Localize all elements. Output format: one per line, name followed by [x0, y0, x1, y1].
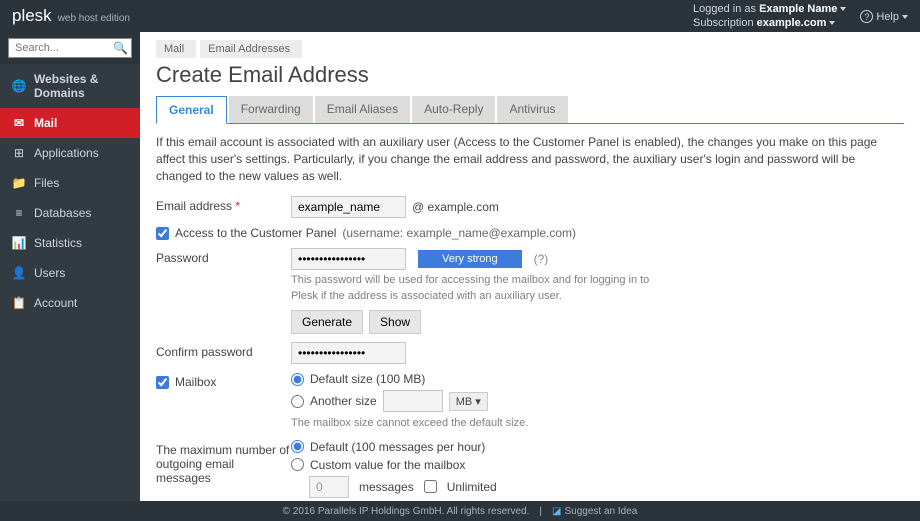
intro-text: If this email account is associated with…: [156, 134, 904, 184]
page-title: Create Email Address: [156, 62, 904, 88]
stats-icon: 📊: [12, 236, 26, 250]
generate-password-button[interactable]: Generate: [291, 310, 363, 334]
subscription-value: example.com: [757, 17, 827, 29]
user-icon: 👤: [12, 266, 26, 280]
sidebar-item-websites[interactable]: 🌐 Websites & Domains: [0, 64, 140, 108]
outgoing-custom-label: Custom value for the mailbox: [310, 458, 465, 472]
sidebar-item-account[interactable]: 📋 Account: [0, 288, 140, 318]
sidebar-item-label: Account: [34, 296, 77, 310]
search-box: 🔍: [8, 38, 132, 58]
confirm-password-label: Confirm password: [156, 342, 291, 359]
access-panel-checkbox[interactable]: [156, 227, 169, 240]
sidebar-item-label: Files: [34, 176, 59, 190]
outgoing-unlimited-label: Unlimited: [447, 480, 497, 494]
breadcrumb-item[interactable]: Mail: [156, 40, 196, 58]
database-icon: ≡: [12, 206, 26, 220]
help-icon: ?: [860, 10, 873, 23]
breadcrumb: Mail Email Addresses: [156, 40, 904, 58]
mailbox-checkbox[interactable]: [156, 376, 169, 389]
access-panel-label: Access to the Customer Panel: [175, 226, 336, 240]
tab-bar: General Forwarding Email Aliases Auto-Re…: [156, 96, 904, 124]
globe-icon: 🌐: [12, 79, 26, 93]
tab-forwarding[interactable]: Forwarding: [229, 96, 313, 123]
sidebar: 🔍 🌐 Websites & Domains ✉ Mail ⊞ Application…: [0, 32, 140, 501]
email-localpart-input[interactable]: [291, 196, 406, 218]
password-label: Password: [156, 248, 291, 265]
caret-icon: [902, 15, 908, 19]
login-info[interactable]: Logged in as Example Name Subscription e…: [693, 2, 846, 30]
subscription-label: Subscription: [693, 17, 754, 29]
mailbox-size-another-label: Another size: [310, 394, 377, 408]
sidebar-item-files[interactable]: 📁 Files: [0, 168, 140, 198]
brand-edition: web host edition: [58, 13, 130, 24]
outgoing-unlimited-checkbox[interactable]: [424, 480, 437, 493]
suggest-idea-label: Suggest an Idea: [564, 506, 637, 517]
sidebar-item-applications[interactable]: ⊞ Applications: [0, 138, 140, 168]
breadcrumb-item[interactable]: Email Addresses: [200, 40, 302, 58]
footer-copyright: © 2016 Parallels IP Holdings GmbH. All r…: [283, 506, 530, 517]
sidebar-item-users[interactable]: 👤 Users: [0, 258, 140, 288]
mailbox-size-default-label: Default size (100 MB): [310, 372, 425, 386]
access-panel-username-note: (username: example_name@example.com): [342, 226, 576, 240]
password-input[interactable]: [291, 248, 406, 270]
footer: © 2016 Parallels IP Holdings GmbH. All r…: [0, 501, 920, 521]
email-domain-text: @ example.com: [412, 200, 499, 214]
sidebar-item-label: Databases: [34, 206, 91, 220]
outgoing-custom-value-input[interactable]: [309, 476, 349, 498]
logged-in-label: Logged in as: [693, 3, 756, 15]
caret-icon: [840, 7, 846, 11]
brand-logo: plesk web host edition: [12, 6, 130, 26]
sidebar-item-label: Users: [34, 266, 65, 280]
mailbox-size-hint: The mailbox size cannot exceed the defau…: [291, 416, 904, 431]
caret-icon: [829, 21, 835, 25]
brand-name: plesk: [12, 6, 52, 26]
sidebar-item-statistics[interactable]: 📊 Statistics: [0, 228, 140, 258]
help-label: Help: [876, 11, 899, 23]
show-password-button[interactable]: Show: [369, 310, 421, 334]
account-icon: 📋: [12, 296, 26, 310]
mailbox-size-default-radio[interactable]: [291, 373, 304, 386]
outgoing-default-radio[interactable]: [291, 440, 304, 453]
top-bar: plesk web host edition Logged in as Exam…: [0, 0, 920, 32]
sidebar-item-mail[interactable]: ✉ Mail: [0, 108, 140, 138]
sidebar-item-databases[interactable]: ≡ Databases: [0, 198, 140, 228]
password-strength-badge: Very strong: [418, 250, 522, 268]
logged-user-name: Example Name: [759, 3, 837, 15]
outgoing-limit-label: The maximum number of outgoing email mes…: [156, 440, 291, 485]
search-icon[interactable]: 🔍: [113, 41, 128, 55]
confirm-password-input[interactable]: [291, 342, 406, 364]
help-tooltip-icon[interactable]: (?): [534, 252, 549, 266]
sidebar-item-label: Applications: [34, 146, 99, 160]
suggest-idea-link[interactable]: ◪Suggest an Idea: [552, 506, 637, 517]
tab-general[interactable]: General: [156, 96, 227, 124]
tab-auto-reply[interactable]: Auto-Reply: [412, 96, 495, 123]
outgoing-default-label: Default (100 messages per hour): [310, 440, 485, 454]
sidebar-item-label: Mail: [34, 116, 57, 130]
apps-icon: ⊞: [12, 146, 26, 160]
password-hint: This password will be used for accessing…: [291, 273, 671, 304]
main-content: Mail Email Addresses Create Email Addres…: [140, 32, 920, 501]
sidebar-item-label: Statistics: [34, 236, 82, 250]
folder-icon: 📁: [12, 176, 26, 190]
idea-icon: ◪: [552, 506, 561, 517]
help-link[interactable]: ?Help: [860, 10, 908, 23]
mail-icon: ✉: [12, 116, 26, 130]
mailbox-size-another-radio[interactable]: [291, 395, 304, 408]
tab-antivirus[interactable]: Antivirus: [497, 96, 567, 123]
outgoing-messages-label: messages: [359, 480, 414, 494]
email-label: Email address *: [156, 196, 291, 213]
mailbox-size-input[interactable]: [383, 390, 443, 412]
sidebar-item-label: Websites & Domains: [34, 72, 128, 100]
tab-email-aliases[interactable]: Email Aliases: [315, 96, 410, 123]
mailbox-label: Mailbox: [175, 375, 216, 389]
mailbox-size-unit-select[interactable]: MB ▾: [449, 392, 488, 411]
outgoing-custom-radio[interactable]: [291, 458, 304, 471]
